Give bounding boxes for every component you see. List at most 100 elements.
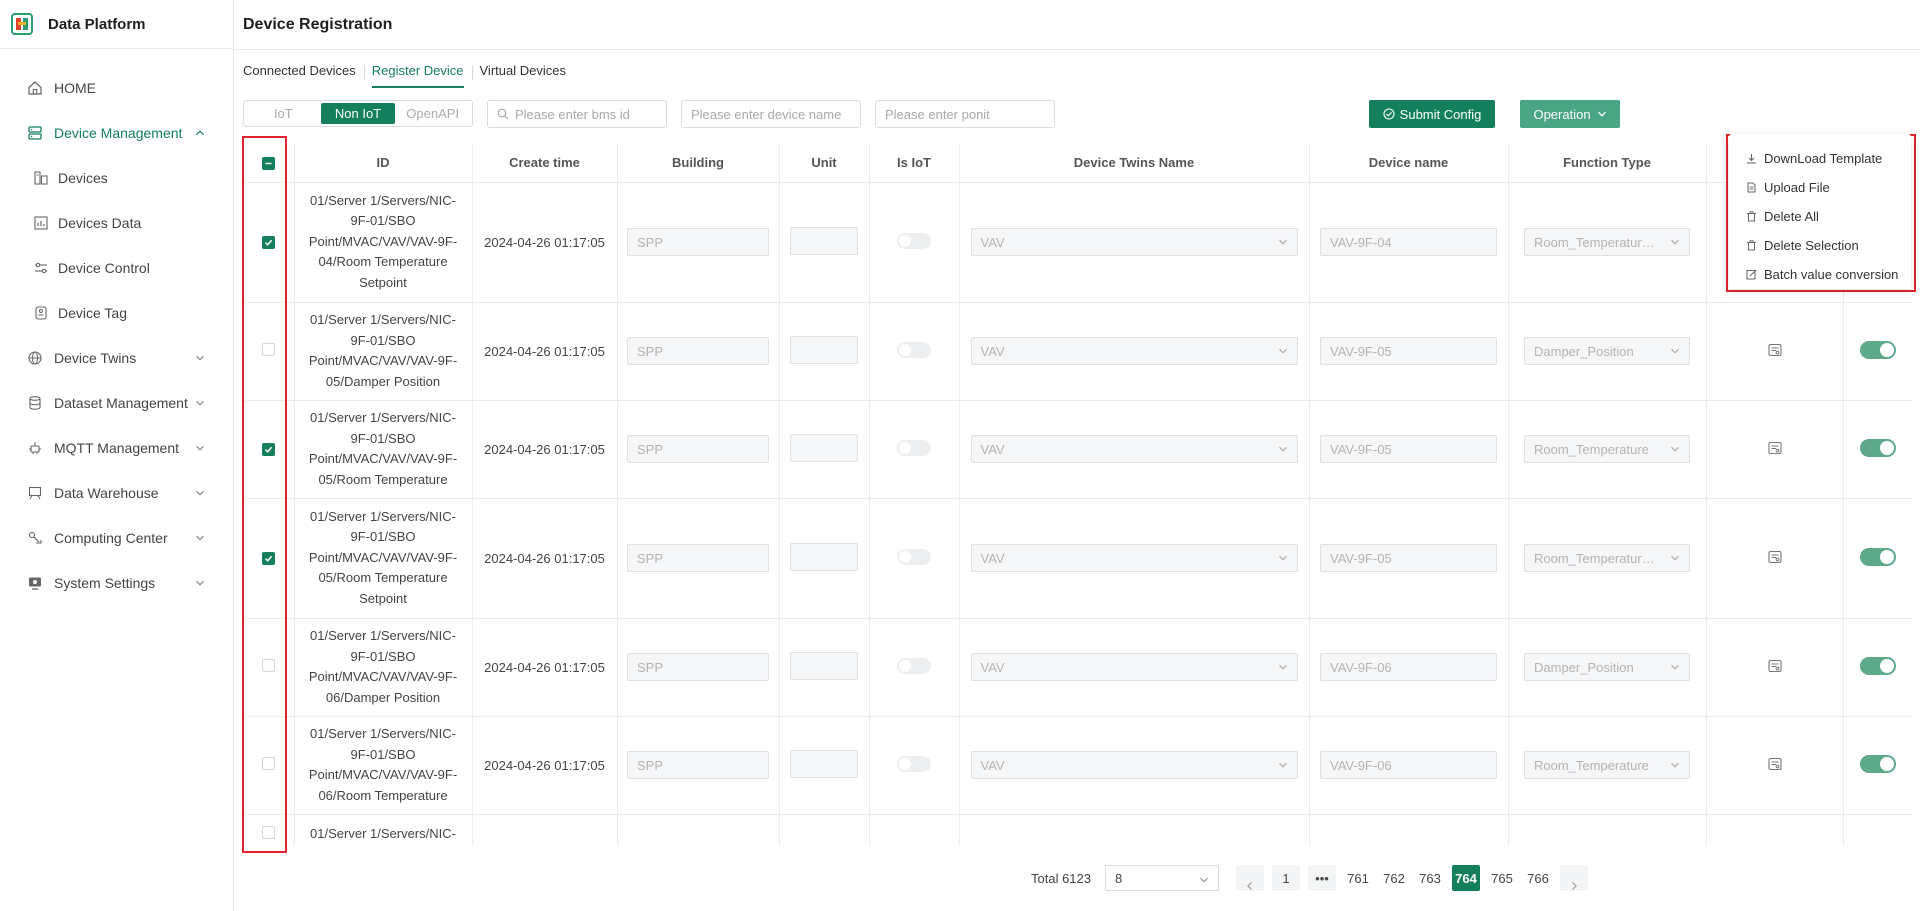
page-ellipsis[interactable]: •••	[1308, 865, 1336, 891]
device-name-input[interactable]: VAV-9F-05	[1320, 544, 1497, 572]
column-header-id[interactable]: ID	[294, 143, 473, 183]
device-twins-select[interactable]: VAV	[970, 751, 1298, 779]
is-iot-toggle[interactable]	[897, 548, 931, 565]
sidebar-item-system-settings[interactable]: System Settings	[0, 560, 233, 605]
page-button[interactable]: 1	[1272, 865, 1300, 891]
device-twins-select[interactable]: VAV	[970, 544, 1298, 572]
is-iot-toggle[interactable]	[897, 755, 931, 772]
submit-config-button[interactable]: Submit Config	[1369, 100, 1495, 128]
sidebar-item-devices[interactable]: Devices	[0, 155, 233, 200]
device-twins-select[interactable]: VAV	[970, 653, 1298, 681]
sidebar-item-device-tag[interactable]: Device Tag	[0, 290, 233, 335]
function-type-select[interactable]: Room_Temperature	[1524, 435, 1690, 463]
enabled-toggle[interactable]	[1860, 547, 1896, 566]
column-header-function-type[interactable]: Function Type	[1508, 143, 1707, 183]
enabled-toggle[interactable]	[1860, 340, 1896, 359]
row-checkbox[interactable]	[261, 757, 275, 770]
row-checkbox[interactable]	[261, 826, 275, 839]
sidebar-item-data-warehouse[interactable]: Data Warehouse	[0, 470, 233, 515]
unit-input[interactable]	[790, 542, 858, 571]
function-type-select[interactable]: Damper_Position	[1524, 337, 1690, 365]
device-twins-select[interactable]: VAV	[970, 435, 1298, 463]
tab-connected-devices[interactable]: Connected Devices	[243, 63, 365, 88]
is-iot-toggle[interactable]	[897, 657, 931, 674]
is-iot-toggle[interactable]	[897, 232, 931, 249]
row-checkbox[interactable]	[261, 551, 275, 565]
device-name-input[interactable]: VAV-9F-06	[1320, 751, 1497, 779]
details-icon[interactable]	[1767, 440, 1783, 456]
prev-page-button[interactable]	[1236, 865, 1264, 891]
building-input[interactable]: SPP	[627, 653, 769, 681]
unit-input[interactable]	[790, 651, 858, 680]
device-name-input[interactable]	[691, 106, 860, 122]
details-icon[interactable]	[1767, 658, 1783, 674]
menu-item-batch-value-conversion[interactable]: Batch value conversion	[1729, 260, 1911, 289]
function-type-select[interactable]: Room_Temperatur…	[1524, 544, 1690, 572]
sidebar-item-devices-data[interactable]: Devices Data	[0, 200, 233, 245]
row-checkbox[interactable]	[261, 343, 275, 356]
building-input[interactable]: SPP	[627, 544, 769, 572]
select-all-checkbox[interactable]	[261, 156, 275, 170]
page-size-select[interactable]: 8	[1105, 865, 1219, 891]
operation-button[interactable]: Operation	[1520, 100, 1620, 128]
column-header-unit[interactable]: Unit	[779, 143, 870, 183]
row-checkbox[interactable]	[261, 442, 275, 456]
building-input[interactable]: SPP	[627, 228, 769, 256]
column-header-create-time[interactable]: Create time	[472, 143, 618, 183]
details-icon[interactable]	[1767, 549, 1783, 565]
bms-id-input[interactable]	[515, 106, 666, 122]
segment-iot[interactable]: IoT	[246, 103, 321, 124]
page-button[interactable]: 765	[1488, 865, 1516, 891]
function-type-select[interactable]: Room_Temperature	[1524, 751, 1690, 779]
next-page-button[interactable]	[1560, 865, 1588, 891]
tab-register-device[interactable]: Register Device	[371, 63, 473, 88]
column-header-device-twins-name[interactable]: Device Twins Name	[959, 143, 1310, 183]
table-row[interactable]: 01/Server 1/Servers/NIC- 9F-01/SBO Point/M…	[243, 302, 1912, 401]
sidebar-item-dataset-management[interactable]: Dataset Management	[0, 380, 233, 425]
menu-item-download-template[interactable]: DownLoad Template	[1729, 144, 1911, 173]
device-name-input[interactable]: VAV-9F-04	[1320, 228, 1497, 256]
function-type-select[interactable]: Room_Temperatur…	[1524, 228, 1690, 256]
tab-virtual-devices[interactable]: Virtual Devices	[480, 63, 566, 88]
menu-item-delete-all[interactable]: Delete All	[1729, 202, 1911, 231]
table-row[interactable]: 01/Server 1/Servers/NIC- 9F-01/SBO Point/M…	[243, 400, 1912, 499]
table-row[interactable]: 01/Server 1/Servers/NIC- 9F-01/SBO Point/M…	[243, 618, 1912, 717]
page-button[interactable]: 762	[1380, 865, 1408, 891]
segment-non-iot[interactable]: Non IoT	[320, 103, 396, 124]
function-type-select[interactable]: Damper_Position	[1524, 653, 1690, 681]
unit-input[interactable]	[790, 749, 858, 778]
segment-openapi[interactable]: OpenAPI	[395, 103, 470, 124]
row-checkbox[interactable]	[261, 235, 275, 249]
details-icon[interactable]	[1767, 342, 1783, 358]
sidebar-item-home[interactable]: HOME	[0, 65, 233, 110]
device-twins-select[interactable]: VAV	[970, 337, 1298, 365]
enabled-toggle[interactable]	[1860, 754, 1896, 773]
table-row[interactable]: 01/Server 1/Servers/NIC- 9F-01/SBO Point/M…	[243, 182, 1912, 303]
device-twins-select[interactable]: VAV	[970, 228, 1298, 256]
device-name-input[interactable]: VAV-9F-05	[1320, 337, 1497, 365]
table-row[interactable]: 01/Server 1/Servers/NIC- 9F-01/SBO Point/M…	[243, 498, 1912, 619]
unit-input[interactable]	[790, 433, 858, 462]
page-button-current[interactable]: 764	[1452, 865, 1480, 891]
device-name-input[interactable]: VAV-9F-06	[1320, 653, 1497, 681]
unit-input[interactable]	[790, 226, 858, 255]
is-iot-toggle[interactable]	[897, 439, 931, 456]
building-input[interactable]: SPP	[627, 751, 769, 779]
menu-item-delete-selection[interactable]: Delete Selection	[1729, 231, 1911, 260]
menu-item-upload-file[interactable]: Upload File	[1729, 173, 1911, 202]
page-button[interactable]: 761	[1344, 865, 1372, 891]
details-icon[interactable]	[1767, 756, 1783, 772]
unit-input[interactable]	[790, 335, 858, 364]
enabled-toggle[interactable]	[1860, 656, 1896, 675]
column-header-building[interactable]: Building	[617, 143, 780, 183]
building-input[interactable]: SPP	[627, 435, 769, 463]
page-button[interactable]: 766	[1524, 865, 1552, 891]
enabled-toggle[interactable]	[1860, 438, 1896, 457]
sidebar-item-mqtt-management[interactable]: MQTT Management	[0, 425, 233, 470]
building-input[interactable]: SPP	[627, 337, 769, 365]
sidebar-item-computing-center[interactable]: Computing Center	[0, 515, 233, 560]
table-row[interactable]: 01/Server 1/Servers/NIC-	[243, 814, 1912, 846]
row-checkbox[interactable]	[261, 659, 275, 672]
sidebar-item-device-twins[interactable]: Device Twins	[0, 335, 233, 380]
column-header-is-iot[interactable]: Is IoT	[869, 143, 960, 183]
